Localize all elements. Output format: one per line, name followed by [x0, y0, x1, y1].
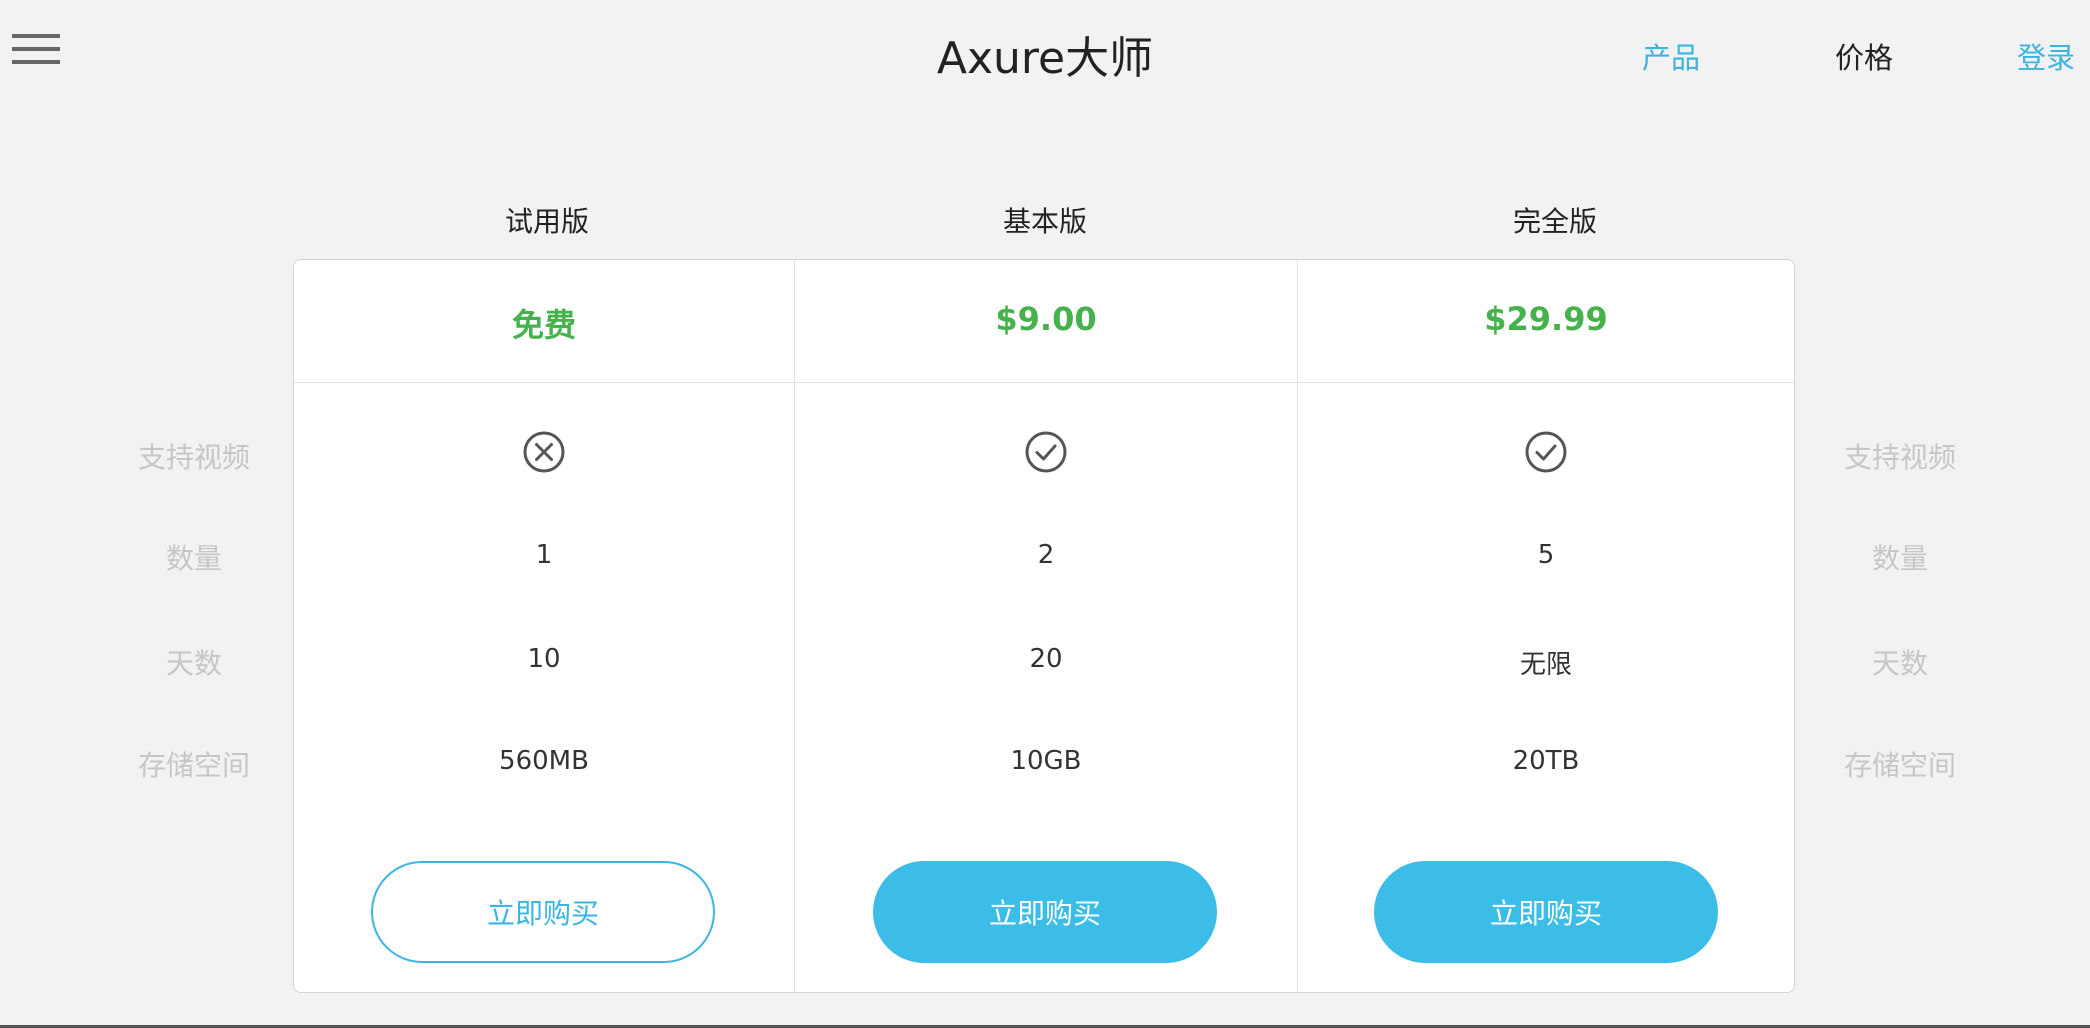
- nav-price-link[interactable]: 价格: [1835, 35, 1893, 77]
- plan-column-basic: $9.00 2 20 10GB 立即购买: [795, 260, 1297, 992]
- plan-price: $29.99: [1484, 300, 1608, 338]
- plan-quantity: 5: [1537, 540, 1555, 570]
- buy-now-button-full[interactable]: 立即购买: [1374, 861, 1718, 963]
- plan-days: 10: [527, 644, 561, 674]
- plan-price: $9.00: [995, 300, 1097, 338]
- buy-now-button-basic[interactable]: 立即购买: [873, 861, 1217, 963]
- feature-label-days-left: 天数: [165, 647, 222, 680]
- plan-column-full: $29.99 5 无限 20TB 立即购买: [1298, 260, 1794, 992]
- feature-label-quantity-right: 数量: [1871, 542, 1928, 575]
- check-circle-icon: [1025, 431, 1067, 473]
- feature-label-storage-right: 存储空间: [1843, 749, 1956, 782]
- plan-quantity: 1: [535, 540, 553, 570]
- plan-column-trial: 免费 1 10 560MB 立即购买: [294, 260, 794, 992]
- plan-storage: 560MB: [499, 746, 589, 776]
- plan-storage: 10GB: [1010, 746, 1082, 776]
- cross-circle-icon: [523, 431, 565, 473]
- plan-name-trial: 试用版: [504, 205, 589, 238]
- buy-now-button-trial[interactable]: 立即购买: [371, 861, 715, 963]
- app-title: Axure大师: [936, 33, 1154, 84]
- plan-days: 无限: [1519, 650, 1572, 680]
- plan-name-basic: 基本版: [1002, 205, 1087, 238]
- feature-label-days-right: 天数: [1871, 647, 1928, 680]
- plan-price: 免费: [511, 306, 576, 344]
- feature-label-video-right: 支持视频: [1843, 441, 1956, 474]
- feature-label-video-left: 支持视频: [137, 441, 250, 474]
- plan-name-full: 完全版: [1512, 205, 1597, 238]
- nav-product-link[interactable]: 产品: [1642, 35, 1700, 77]
- plan-quantity: 2: [1037, 540, 1055, 570]
- plan-storage: 20TB: [1512, 746, 1580, 776]
- feature-label-storage-left: 存储空间: [137, 749, 250, 782]
- nav-login-link[interactable]: 登录: [2017, 35, 2075, 77]
- plan-days: 20: [1029, 644, 1063, 674]
- check-circle-icon: [1525, 431, 1567, 473]
- pricing-page: Axure大师 产品 价格 登录 试用版 基本版 完全版 支持视频 数量 天数 …: [0, 0, 2090, 1028]
- pricing-table: 免费 1 10 560MB 立即购买 $9.00 2 20 10GB 立即购买 …: [293, 259, 1795, 993]
- feature-label-quantity-left: 数量: [165, 542, 222, 575]
